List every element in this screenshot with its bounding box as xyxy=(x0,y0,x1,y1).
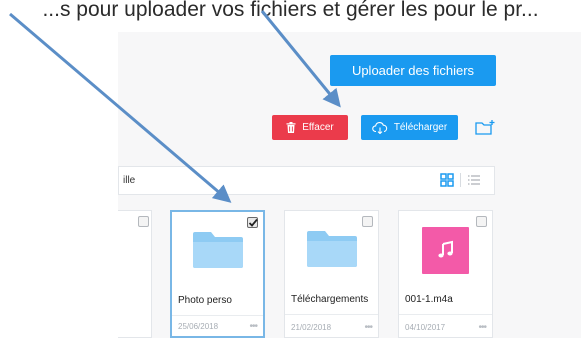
card-divider xyxy=(399,314,492,315)
download-button-label: Télécharger xyxy=(393,122,448,133)
file-checkbox[interactable] xyxy=(247,217,258,228)
view-toggle-divider xyxy=(460,173,461,187)
upload-files-button[interactable]: Uploader des fichiers xyxy=(330,55,496,86)
file-date: 25/06/2018 xyxy=(178,322,219,331)
file-checkbox[interactable] xyxy=(362,216,373,227)
file-name: 001-1.m4a xyxy=(405,294,453,305)
card-divider xyxy=(285,314,378,315)
file-card-photo-perso[interactable]: Photo perso 25/06/2018 ••• xyxy=(170,210,265,338)
instruction-text: ...s pour uploader vos fichiers et gérer… xyxy=(42,0,539,21)
folder-icon xyxy=(306,229,357,272)
file-list-toolbar: ille xyxy=(118,166,495,195)
file-name: Photo perso xyxy=(178,295,232,306)
upload-button-label: Uploader des fichiers xyxy=(351,63,475,78)
card-divider xyxy=(172,315,263,316)
audio-file-tile xyxy=(422,226,469,274)
download-button[interactable]: Télécharger xyxy=(361,115,458,140)
more-options-icon[interactable]: ••• xyxy=(249,321,257,332)
delete-button[interactable]: Effacer xyxy=(272,115,348,140)
folder-icon xyxy=(192,230,243,273)
list-view-icon[interactable] xyxy=(467,173,481,187)
file-name: Téléchargements xyxy=(291,294,369,305)
more-options-icon[interactable]: ••• xyxy=(478,322,486,333)
file-checkbox[interactable] xyxy=(138,216,149,227)
delete-button-label: Effacer xyxy=(302,122,334,133)
file-card-audio[interactable]: 001-1.m4a 04/10/2017 ••• xyxy=(398,210,493,338)
file-date: 21/02/2018 xyxy=(291,323,332,332)
file-checkbox[interactable] xyxy=(476,216,487,227)
trash-icon xyxy=(286,122,296,133)
more-options-icon[interactable]: ••• xyxy=(364,322,372,333)
file-date: 04/10/2017 xyxy=(405,323,446,332)
breadcrumb: ille xyxy=(123,175,136,186)
grid-view-icon[interactable] xyxy=(440,173,454,187)
music-note-icon xyxy=(437,240,453,258)
file-card-telechargements[interactable]: Téléchargements 21/02/2018 ••• xyxy=(284,210,379,338)
checkmark-icon xyxy=(248,218,258,227)
file-card-partial[interactable] xyxy=(118,210,152,338)
cloud-download-icon xyxy=(372,121,388,134)
new-folder-icon[interactable] xyxy=(474,119,496,137)
